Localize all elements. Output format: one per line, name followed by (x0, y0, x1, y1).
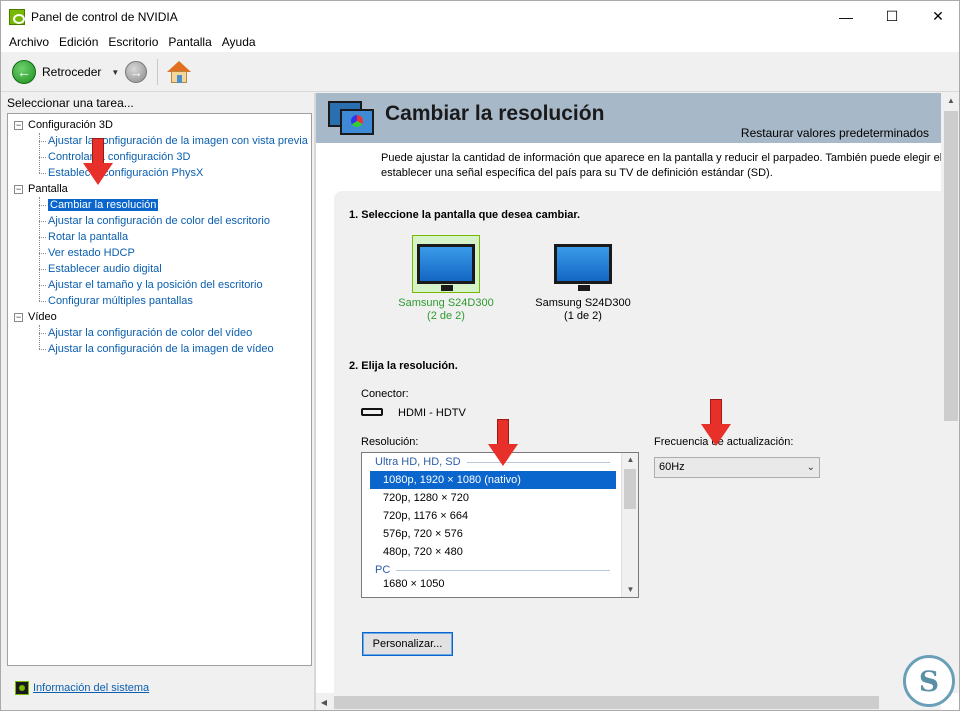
resolution-list[interactable]: Ultra HD, HD, SD 1080p, 1920 × 1080 (nat… (361, 452, 639, 598)
annotation-arrow-icon (701, 399, 731, 447)
menu-bar: Archivo Edición Escritorio Pantalla Ayud… (1, 32, 959, 52)
refresh-rate-select[interactable]: 60Hz ⌄ (654, 457, 820, 478)
dropdown-icon[interactable]: ▼ (111, 68, 119, 77)
resolution-option[interactable]: 1680 × 1050 (362, 579, 618, 589)
nvidia-logo-icon (9, 8, 25, 25)
scroll-thumb[interactable] (334, 696, 879, 709)
menu-edicion[interactable]: Edición (54, 35, 103, 49)
tree-item-cambiar-resolucion[interactable]: Cambiar la resolución (14, 197, 308, 213)
annotation-arrow-icon (83, 138, 113, 186)
toolbar-separator (157, 59, 159, 85)
monitor-1-of-2[interactable]: Samsung S24D300 (1 de 2) (533, 235, 633, 323)
collapse-icon[interactable]: − (14, 312, 23, 322)
monitor-icon (417, 244, 475, 291)
title-bar: Panel de control de NVIDIA — ☐ ✕ (1, 1, 959, 32)
tree-item-configuracion-3d[interactable]: Controlar la configuración 3D (14, 149, 308, 165)
maximize-button[interactable]: ☐ (869, 1, 915, 32)
resolution-option[interactable]: 720p, 1280 × 720 (362, 489, 618, 507)
tree-item-hdcp[interactable]: Ver estado HDCP (14, 245, 308, 261)
watermark-logo: S (903, 655, 955, 707)
menu-ayuda[interactable]: Ayuda (217, 35, 261, 49)
content-panel: Cambiar la resolución Restaurar valores … (316, 93, 959, 710)
display-settings-icon (328, 99, 376, 137)
scroll-thumb[interactable] (624, 469, 636, 509)
back-label: Retroceder (42, 65, 102, 79)
tree-item-tamano-posicion[interactable]: Ajustar el tamaño y la posición del escr… (14, 277, 308, 293)
resolution-option[interactable]: 720p, 1176 × 664 (362, 507, 618, 525)
toolbar: ← Retroceder ▼ → (1, 53, 959, 92)
scroll-down-icon[interactable]: ▼ (622, 583, 638, 597)
menu-pantalla[interactable]: Pantalla (163, 35, 216, 49)
resolution-option[interactable]: 480p, 720 × 480 (362, 543, 618, 561)
tree-item-imagen-video[interactable]: Ajustar la configuración de la imagen de… (14, 341, 308, 357)
task-tree: − Configuración 3D Ajustar la configurac… (14, 117, 308, 357)
task-header: Seleccionar una tarea... (7, 96, 134, 110)
resolution-group-pc: PC (362, 561, 638, 579)
tree-item-rotar-pantalla[interactable]: Rotar la pantalla (14, 229, 308, 245)
tree-item-color-video[interactable]: Ajustar la configuración de color del ví… (14, 325, 308, 341)
scroll-thumb[interactable] (944, 111, 958, 421)
page-title: Cambiar la resolución (385, 102, 605, 125)
tree-item-audio-digital[interactable]: Establecer audio digital (14, 261, 308, 277)
tree-item-multiples-pantallas[interactable]: Configurar múltiples pantallas (14, 293, 308, 309)
tree-item-color-escritorio[interactable]: Ajustar la configuración de color del es… (14, 213, 308, 229)
window-title: Panel de control de NVIDIA (31, 9, 178, 24)
home-icon[interactable] (166, 59, 192, 85)
annotation-arrow-icon (488, 419, 518, 467)
tree-item-physx[interactable]: Establecer configuración PhysX (14, 165, 308, 181)
nvidia-control-panel-window: Panel de control de NVIDIA — ☐ ✕ Archivo… (0, 0, 960, 711)
settings-box: 1. Seleccione la pantalla que desea camb… (334, 191, 941, 710)
resolution-list-scrollbar[interactable]: ▲ ▼ (621, 453, 638, 597)
scroll-left-icon[interactable]: ◀ (316, 693, 332, 710)
customize-button[interactable]: Personalizar... (362, 632, 453, 656)
hdmi-connector-icon (361, 408, 383, 416)
minimize-button[interactable]: — (823, 1, 869, 32)
step2-title: 2. Elija la resolución. (349, 360, 458, 372)
resolution-label: Resolución: (361, 436, 419, 448)
collapse-icon[interactable]: − (14, 120, 23, 130)
restore-defaults-link[interactable]: Restaurar valores predeterminados (741, 126, 929, 140)
monitor-icon (554, 244, 612, 291)
system-info-link[interactable]: Información del sistema (15, 681, 149, 695)
scroll-up-icon[interactable]: ▲ (941, 93, 959, 109)
page-banner: Cambiar la resolución Restaurar valores … (316, 93, 941, 143)
system-info-icon (15, 681, 29, 695)
monitor-2-of-2[interactable]: Samsung S24D300 (2 de 2) (396, 235, 496, 323)
step1-title: 1. Seleccione la pantalla que desea camb… (349, 209, 581, 221)
task-tree-panel: − Configuración 3D Ajustar la configurac… (7, 113, 312, 666)
scroll-up-icon[interactable]: ▲ (622, 453, 638, 467)
resolution-option-selected[interactable]: 1080p, 1920 × 1080 (nativo) (370, 471, 616, 489)
back-button[interactable]: ← Retroceder (12, 60, 101, 84)
close-button[interactable]: ✕ (915, 1, 959, 32)
content-horizontal-scrollbar[interactable]: ◀ (316, 693, 941, 710)
forward-arrow-icon[interactable]: → (125, 61, 148, 83)
resolution-option[interactable]: 576p, 720 × 576 (362, 525, 618, 543)
tree-item-vista-previa[interactable]: Ajustar la configuración de la imagen co… (14, 133, 308, 149)
content-vertical-scrollbar[interactable]: ▲ (941, 93, 959, 693)
connector-value: HDMI - HDTV (398, 407, 466, 419)
connector-label: Conector: (361, 388, 409, 400)
tree-category-3d[interactable]: − Configuración 3D (14, 117, 308, 133)
tree-category-pantalla[interactable]: − Pantalla (14, 181, 308, 197)
menu-escritorio[interactable]: Escritorio (103, 35, 163, 49)
window-controls: — ☐ ✕ (823, 1, 959, 32)
back-arrow-icon: ← (12, 60, 36, 84)
chevron-down-icon: ⌄ (806, 462, 815, 473)
intro-text: Puede ajustar la cantidad de información… (381, 152, 941, 179)
menu-archivo[interactable]: Archivo (4, 35, 54, 49)
tree-category-video[interactable]: − Vídeo (14, 309, 308, 325)
collapse-icon[interactable]: − (14, 184, 23, 194)
